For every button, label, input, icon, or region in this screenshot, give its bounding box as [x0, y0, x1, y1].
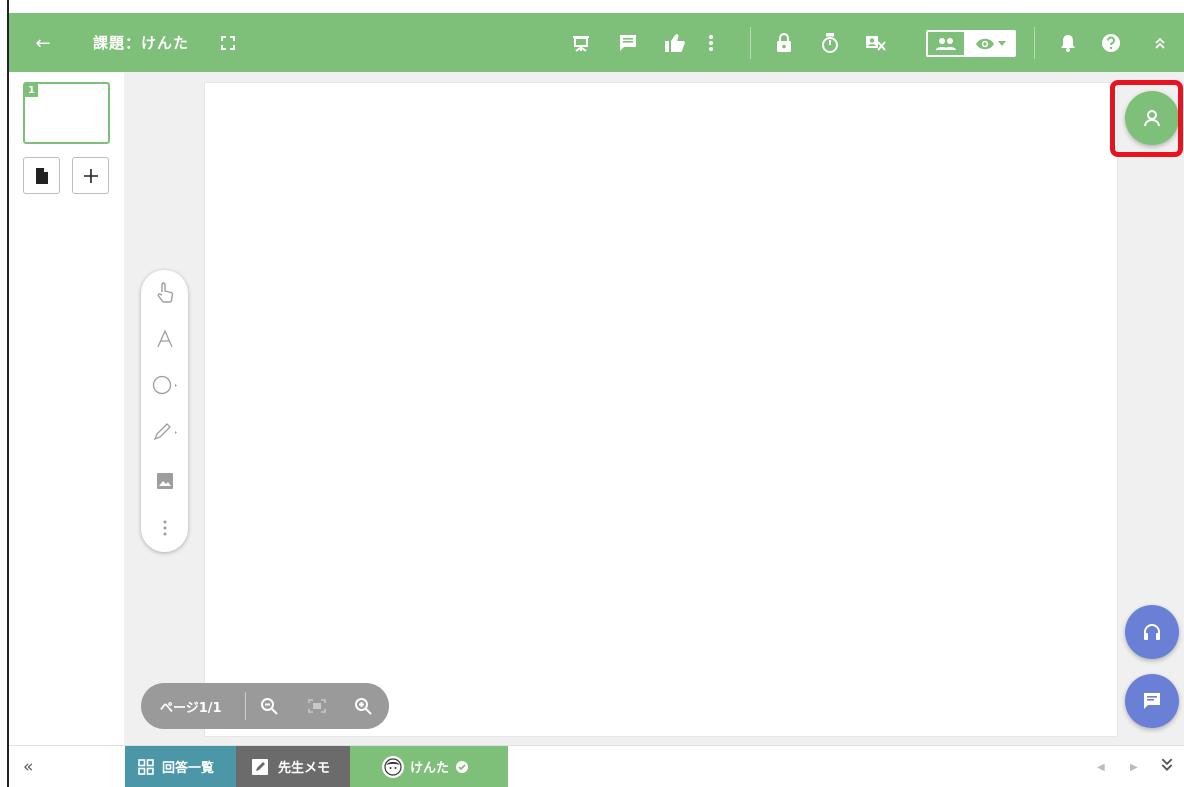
image-icon[interactable]	[141, 466, 188, 496]
help-icon[interactable]	[1099, 31, 1123, 55]
app-window: ← 課題：けんた 1 ページ1/1 « 回答一覧 先生メモ けんた ◀ ▶	[0, 0, 1184, 787]
next-student-icon[interactable]: ▶	[1130, 762, 1138, 773]
highlight-annotation	[1110, 80, 1183, 157]
headset-icon	[1144, 624, 1160, 640]
edit-note-icon	[252, 758, 268, 775]
page-thumbnail-number: 1	[25, 84, 38, 97]
header-divider	[750, 27, 751, 59]
dropdown-caret-icon	[997, 40, 1006, 46]
page-thumbnail[interactable]: 1	[23, 82, 110, 144]
hand-pointer-icon[interactable]	[141, 278, 188, 308]
page-indicator: ページ1/1	[160, 701, 222, 716]
tab-teacher-memo[interactable]: 先生メモ	[236, 746, 350, 787]
comment-icon[interactable]	[616, 31, 640, 55]
more-icon[interactable]	[141, 513, 188, 543]
chevron-up-double-icon[interactable]	[1148, 31, 1172, 55]
text-icon[interactable]	[141, 324, 188, 354]
timer-icon[interactable]	[818, 31, 842, 55]
more-vert-icon[interactable]	[699, 31, 723, 55]
add-page-from-file-button[interactable]	[23, 157, 60, 194]
tab-student-label: けんた	[410, 761, 450, 776]
header-bar: ← 課題：けんた	[9, 13, 1184, 72]
tab-answers-list[interactable]: 回答一覧	[125, 746, 236, 787]
tab-student[interactable]: けんた	[350, 746, 508, 787]
zoom-in-icon[interactable]	[351, 694, 375, 718]
prev-student-icon[interactable]: ◀	[1097, 762, 1105, 773]
support-button[interactable]	[1125, 605, 1179, 659]
thumbs-up-icon[interactable]	[663, 31, 687, 55]
chevron-down-double-icon[interactable]	[1160, 757, 1180, 777]
presentation-icon[interactable]	[569, 31, 593, 55]
student-avatar-icon	[382, 755, 404, 778]
drawing-toolbar	[141, 270, 188, 552]
chat-icon	[1144, 693, 1160, 709]
verified-icon	[456, 760, 469, 773]
fit-screen-icon[interactable]	[305, 694, 329, 718]
bell-icon[interactable]	[1056, 31, 1080, 55]
hide-names-icon[interactable]	[864, 31, 888, 55]
plus-icon	[83, 168, 98, 183]
page-title: 課題：けんた	[93, 34, 190, 52]
zoom-out-icon[interactable]	[257, 694, 281, 718]
group-view-icon[interactable]	[928, 32, 966, 55]
collapse-panel-button[interactable]: «	[23, 757, 33, 777]
grid-icon	[138, 758, 154, 775]
pencil-icon[interactable]	[141, 417, 188, 447]
fullscreen-icon[interactable]	[216, 31, 240, 55]
lock-icon[interactable]	[772, 31, 796, 55]
eye-icon	[975, 38, 994, 49]
view-mode-toggle[interactable]	[926, 30, 1016, 57]
file-icon	[35, 167, 48, 184]
chat-button[interactable]	[1125, 674, 1179, 728]
header-divider-2	[1034, 27, 1035, 59]
add-page-button[interactable]	[72, 157, 109, 194]
tab-memo-label: 先生メモ	[278, 761, 331, 776]
circle-shape-icon[interactable]	[141, 370, 188, 400]
zoom-divider	[245, 692, 246, 720]
back-arrow-icon[interactable]: ←	[31, 31, 55, 55]
tab-answers-label: 回答一覧	[162, 761, 215, 776]
drawing-canvas[interactable]	[204, 82, 1118, 737]
zoom-bar: ページ1/1	[141, 683, 389, 729]
eye-view-dropdown[interactable]	[966, 32, 1014, 55]
